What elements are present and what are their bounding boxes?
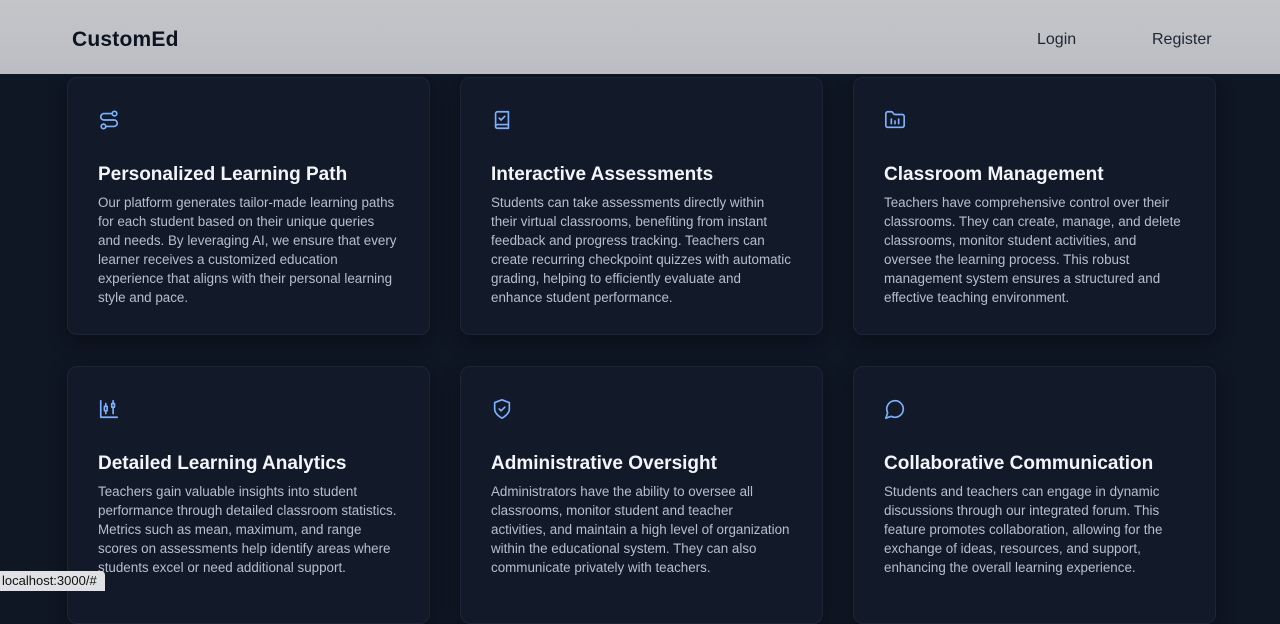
feature-title: Interactive Assessments	[491, 164, 714, 185]
top-navbar: CustomEd Login Register	[0, 0, 1280, 74]
feature-description: Teachers have comprehensive control over…	[884, 195, 1181, 305]
feature-description: Students can take assessments directly w…	[491, 195, 791, 305]
feature-card-interactive-assessments: Interactive Assessments Students can tak…	[460, 77, 823, 335]
feature-description: Teachers gain valuable insights into stu…	[98, 484, 397, 575]
login-link[interactable]: Login	[1037, 31, 1076, 49]
book-check-icon	[491, 109, 513, 131]
feature-description: Students and teachers can engage in dyna…	[884, 484, 1163, 575]
feature-title: Classroom Management	[884, 164, 1104, 185]
feature-title: Personalized Learning Path	[98, 164, 348, 185]
feature-card-learning-analytics: Detailed Learning Analytics Teachers gai…	[67, 366, 430, 624]
feature-title: Collaborative Communication	[884, 453, 1154, 474]
brand-logo-text[interactable]: CustomEd	[72, 28, 179, 52]
browser-status-url: localhost:3000/#	[0, 571, 105, 591]
feature-description: Our platform generates tailor-made learn…	[98, 195, 397, 305]
feature-card-personalized-learning: Personalized Learning Path Our platform …	[67, 77, 430, 335]
message-circle-icon	[884, 398, 906, 420]
candlestick-chart-icon	[98, 398, 120, 420]
folder-chart-icon	[884, 109, 906, 131]
feature-description: Administrators have the ability to overs…	[491, 484, 790, 575]
feature-card-administrative-oversight: Administrative Oversight Administrators …	[460, 366, 823, 624]
feature-card-classroom-management: Classroom Management Teachers have compr…	[853, 77, 1216, 335]
feature-title: Administrative Oversight	[491, 453, 717, 474]
shield-check-icon	[491, 398, 513, 420]
register-link[interactable]: Register	[1152, 31, 1212, 49]
feature-title: Detailed Learning Analytics	[98, 453, 347, 474]
route-icon	[98, 109, 120, 131]
feature-card-collaborative-communication: Collaborative Communication Students and…	[853, 366, 1216, 624]
